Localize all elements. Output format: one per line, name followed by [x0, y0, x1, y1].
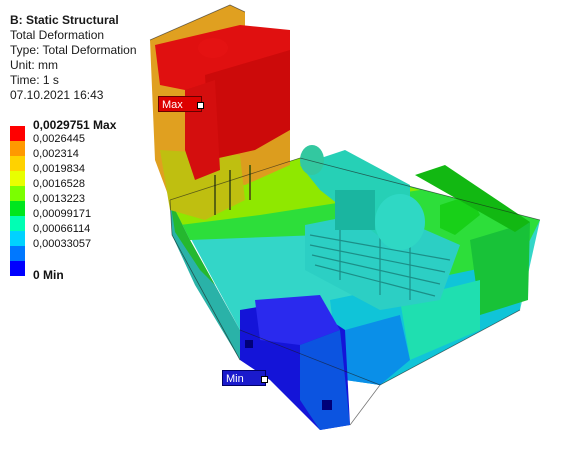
result-name: Total Deformation — [10, 28, 105, 42]
legend-swatch-1 — [10, 141, 25, 156]
result-unit: Unit: mm — [10, 58, 58, 72]
max-probe-label[interactable]: Max — [158, 96, 204, 112]
legend-swatch-6 — [10, 216, 25, 231]
legend-swatch-3 — [10, 171, 25, 186]
column-red-clamp — [185, 80, 220, 180]
column-red-knob — [198, 38, 228, 58]
legend-label: 0,0019834 — [33, 163, 85, 175]
legend-swatch-9 — [10, 261, 25, 276]
legend-label: 0,00033057 — [33, 238, 92, 250]
result-timestamp: 07.10.2021 16:43 — [10, 88, 104, 102]
legend-swatch-4 — [10, 186, 25, 201]
result-info-panel: B: Static Structural Total Deformation T… — [10, 13, 137, 103]
legend-entry: 0 Min — [10, 261, 150, 282]
min-probe-text: Min — [226, 373, 244, 385]
legend-swatch-5 — [10, 201, 25, 216]
spindle-block — [335, 190, 375, 230]
legend-label: 0,0016528 — [33, 178, 85, 190]
spindle-front — [300, 145, 324, 175]
max-probe-text: Max — [162, 99, 183, 111]
legend-label-max: 0,0029751 Max — [33, 118, 117, 132]
max-probe-marker — [197, 102, 204, 109]
legend-swatch-8 — [10, 246, 25, 261]
legend-swatch-2 — [10, 156, 25, 171]
result-time: Time: 1 s — [10, 73, 59, 87]
front-clamp-hole-2 — [245, 340, 253, 348]
min-probe-label[interactable]: Min — [222, 370, 268, 386]
min-probe-marker — [261, 376, 268, 383]
legend-label-min: 0 Min — [33, 268, 64, 282]
front-clamp-hole — [322, 400, 332, 410]
legend-label: 0,00099171 — [33, 208, 92, 220]
legend-swatch-7 — [10, 231, 25, 246]
legend-label: 0,0026445 — [33, 133, 85, 145]
legend-label: 0,002314 — [33, 148, 79, 160]
legend-entry: 0,00033057 — [10, 238, 150, 261]
result-type: Type: Total Deformation — [10, 43, 137, 57]
legend-label: 0,00066114 — [33, 223, 91, 235]
spindle-end-cap — [375, 194, 425, 250]
legend-entry: 0,0026445 — [10, 133, 150, 156]
legend-swatch-0 — [10, 126, 25, 141]
analysis-title: B: Static Structural — [10, 13, 119, 27]
legend-label: 0,0013223 — [33, 193, 85, 205]
